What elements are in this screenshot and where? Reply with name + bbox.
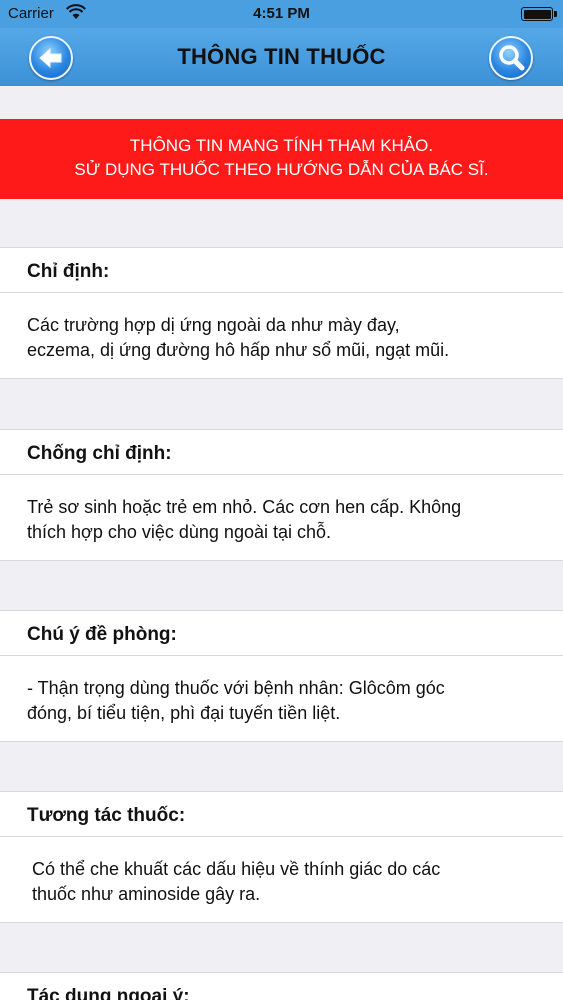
clock: 4:51 PM: [253, 5, 310, 22]
section-precautions: Chú ý đề phòng: - Thận trọng dùng thuốc …: [0, 610, 563, 742]
section-interactions: Tương tác thuốc: Có thể che khuất các dấ…: [0, 791, 563, 923]
battery-icon: [521, 7, 553, 21]
status-bar: Carrier 4:51 PM: [0, 0, 563, 28]
section-text-line: Các trường hợp dị ứng ngoài da như mày đ…: [27, 315, 400, 335]
section-text-line: thích hợp cho việc dùng ngoài tại chỗ.: [27, 522, 332, 542]
battery-tip: [554, 11, 557, 17]
section-text-line: eczema, dị ứng đường hô hấp như sổ mũi, …: [27, 340, 450, 360]
section-side-effects: Tác dụng ngoại ý:: [0, 972, 563, 1000]
search-button[interactable]: [489, 36, 533, 80]
page-title: THÔNG TIN THUỐC: [177, 44, 386, 69]
section-contraindications: Chống chỉ định: Trẻ sơ sinh hoặc trẻ em …: [0, 429, 563, 561]
section-title: Chỉ định:: [0, 247, 563, 293]
section-title: Chống chỉ định:: [0, 429, 563, 475]
section-title: Chú ý đề phòng:: [0, 610, 563, 656]
section-indications: Chỉ định: Các trường hợp dị ứng ngoài da…: [0, 247, 563, 379]
disclaimer-line-1: THÔNG TIN MANG TÍNH THAM KHẢO.: [129, 136, 434, 155]
section-body: Các trường hợp dị ứng ngoài da như mày đ…: [0, 293, 563, 379]
section-text-line: Có thể che khuất các dấu hiệu về thính g…: [32, 859, 441, 879]
disclaimer-banner: THÔNG TIN MANG TÍNH THAM KHẢO. SỬ DỤNG T…: [0, 119, 563, 199]
nav-bar: THÔNG TIN THUỐC: [0, 28, 563, 86]
search-icon: [499, 45, 525, 71]
section-title: Tương tác thuốc:: [0, 791, 563, 837]
disclaimer-line-2: SỬ DỤNG THUỐC THEO HƯỚNG DẪN CỦA BÁC SĨ.: [74, 160, 489, 179]
content-scroll[interactable]: THÔNG TIN MANG TÍNH THAM KHẢO. SỬ DỤNG T…: [0, 86, 563, 1000]
section-text-line: đóng, bí tiểu tiện, phì đại tuyến tiền l…: [27, 703, 341, 723]
section-title: Tác dụng ngoại ý:: [0, 972, 563, 1000]
section-text-line: - Thận trọng dùng thuốc với bệnh nhân: G…: [27, 678, 445, 698]
section-text-line: thuốc như aminoside gây ra.: [32, 884, 261, 904]
section-body: Có thể che khuất các dấu hiệu về thính g…: [0, 837, 563, 923]
section-body: Trẻ sơ sinh hoặc trẻ em nhỏ. Các cơn hen…: [0, 475, 563, 561]
section-body: - Thận trọng dùng thuốc với bệnh nhân: G…: [0, 656, 563, 742]
section-text-line: Trẻ sơ sinh hoặc trẻ em nhỏ. Các cơn hen…: [27, 497, 462, 517]
